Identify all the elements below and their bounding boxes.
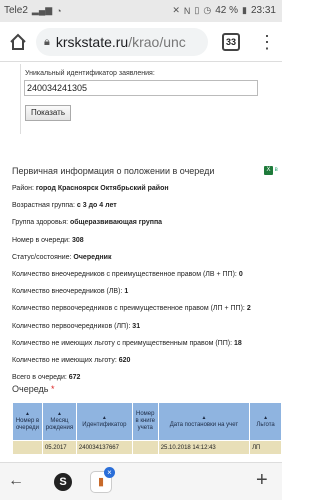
sort-arrow-icon: ▲ — [201, 414, 207, 421]
vibrate-icon: ▯ — [194, 5, 200, 15]
table-cell: ЛП — [249, 440, 282, 455]
excel-label: в — [274, 167, 278, 173]
url-path: /krao/unc — [128, 34, 186, 50]
column-header-label: Номер в очереди — [15, 418, 40, 431]
queue-title: Очередь * — [12, 384, 54, 394]
info-value: Очередник — [73, 253, 112, 261]
info-label: Статус/состояние: — [12, 253, 74, 261]
browser-toolbar: 🔒︎ krskstate.ru/krao/unc 33 ⋮ — [0, 22, 282, 62]
info-row: Количество не имеющих льготу: 620 — [12, 356, 282, 373]
column-header-label: Месяц рождения — [45, 418, 74, 431]
info-value: 31 — [132, 322, 141, 330]
column-header-label: Дата постановки на учет — [169, 421, 239, 428]
info-value: 620 — [118, 356, 131, 364]
info-row: Статус/состояние: Очередник — [12, 253, 282, 270]
sort-arrow-icon: ▲ — [25, 411, 30, 417]
address-bar[interactable]: 🔒︎ krskstate.ru/krao/unc — [36, 28, 208, 56]
sort-arrow-icon: ▲ — [263, 414, 269, 421]
info-row: Количество первоочередников (ЛП): 31 — [12, 322, 282, 339]
column-header[interactable]: ▲ Номер в очереди — [12, 402, 43, 441]
url-host: krskstate.ru — [55, 34, 129, 50]
info-label: Количество первоочередников (ЛП): — [12, 322, 133, 330]
info-row: Количество первоочередников с преимущест… — [12, 304, 282, 321]
info-label: Количество внеочередников с преимуществе… — [12, 270, 239, 278]
info-label: Всего в очереди: — [12, 374, 69, 382]
info-label: Количество не имеющих льготу с преимущес… — [12, 339, 234, 347]
id-input[interactable]: 240034241305 — [24, 80, 258, 96]
excel-export-link[interactable]: X в — [264, 166, 278, 175]
table-cell: 25.10.2018 14:12:43 — [157, 440, 251, 455]
table-row[interactable]: 05.2017 240034137667 25.10.2018 14:12:43 ЛП — [12, 440, 282, 455]
info-label: Количество внеочередников (ЛВ): — [12, 288, 125, 296]
table-cell: 05.2017 — [41, 440, 77, 455]
alarm-icon: ◷ — [203, 5, 212, 15]
battery-percent: 42 % — [215, 5, 239, 16]
column-header[interactable]: ▲ Льгота — [249, 402, 282, 441]
column-header[interactable]: ▲ Дата постановки на учет — [157, 402, 251, 441]
info-value: 18 — [233, 339, 242, 347]
info-label: Район: — [12, 185, 36, 192]
info-label: Количество не имеющих льготу: — [12, 356, 119, 364]
carrier-name: Tele2 — [4, 5, 28, 16]
info-value: общеразвивающая группа — [70, 219, 163, 227]
close-badge-icon[interactable]: × — [104, 467, 115, 478]
info-value: 2 — [246, 305, 251, 313]
status-bar: Tele2 ▂▄▆ ◔ ✕ N ▯ ◷ 42 % ▮ 23:31 — [0, 0, 282, 22]
sort-arrow-icon: ▲ — [56, 411, 62, 417]
show-button[interactable]: Показать — [25, 105, 71, 121]
clock: 23:31 — [250, 5, 276, 16]
lookup-form: Уникальный идентификатор заявления: 2400… — [20, 64, 282, 134]
table-cell — [12, 440, 43, 455]
column-header-label: Льгота — [256, 421, 275, 428]
info-label: Количество первоочередников с преимущест… — [12, 305, 247, 313]
excel-icon: X — [264, 166, 273, 175]
app-s-icon[interactable]: S — [54, 473, 72, 491]
info-row: Количество не имеющих льготу с преимущес… — [12, 339, 282, 356]
column-header[interactable]: Номер в книге учета — [131, 402, 159, 441]
silent-icon: ✕ — [172, 5, 180, 15]
column-header-label: Идентификатор — [82, 421, 127, 428]
nfc-icon: N — [183, 5, 191, 16]
battery-icon: ▮ — [242, 5, 247, 15]
required-mark: * — [50, 384, 55, 394]
id-label: Уникальный идентификатор заявления: — [25, 70, 155, 77]
info-row: Количество внеочередников (ЛВ): 1 — [12, 287, 282, 304]
info-row: Номер в очереди: 308 — [12, 236, 282, 253]
info-value: 0 — [238, 270, 243, 278]
lock-icon: 🔒︎ — [44, 35, 50, 48]
info-value: 1 — [124, 288, 129, 296]
info-value: город Красноярск Октябрьский район — [35, 185, 169, 192]
info-label: Номер в очереди: — [12, 236, 72, 244]
info-row: Количество внеочередников с преимуществе… — [12, 270, 282, 287]
column-header[interactable]: ▲ Месяц рождения — [41, 402, 77, 441]
new-tab-icon[interactable]: + — [256, 469, 268, 492]
info-row: Район: город Красноярск Октябрьский райо… — [12, 184, 282, 201]
section-title: Первичная информация о положении в очере… — [12, 166, 215, 176]
queue-table: ▲ Номер в очереди ▲ Месяц рождения ▲ Идентифи… — [12, 402, 282, 455]
signal-icon: ▂▄▆ — [31, 5, 53, 15]
wifi-icon: ◔ — [56, 5, 62, 16]
info-value: 308 — [71, 236, 84, 244]
info-value: 672 — [68, 374, 81, 382]
home-icon[interactable] — [8, 32, 28, 52]
info-label: Возрастная группа: — [12, 202, 77, 210]
info-row: Группа здоровья: общеразвивающая группа — [12, 218, 282, 235]
sort-arrow-icon: ▲ — [101, 414, 107, 421]
back-arrow-icon[interactable]: ← — [8, 472, 24, 490]
bottom-bar: ← S ▮ × + — [0, 462, 282, 500]
info-row: Возрастная группа: с 3 до 4 лет — [12, 201, 282, 218]
column-header-label: Номер в книге учета — [135, 411, 156, 431]
queue-table-header: ▲ Номер в очереди ▲ Месяц рождения ▲ Идентифи… — [12, 402, 282, 441]
table-cell — [131, 440, 159, 455]
info-list: Район: город Красноярск Октябрьский райо… — [12, 184, 282, 390]
table-cell: 240034137667 — [75, 440, 133, 455]
queue-title-text: Очередь — [12, 384, 49, 394]
info-value: с 3 до 4 лет — [76, 202, 117, 210]
tab-switcher-button[interactable]: 33 — [222, 33, 240, 51]
page-content: Уникальный идентификатор заявления: 2400… — [0, 62, 282, 462]
info-label: Группа здоровья: — [12, 219, 70, 227]
more-menu-icon[interactable]: ⋮ — [258, 32, 276, 52]
column-header[interactable]: ▲ Идентификатор — [75, 402, 133, 441]
